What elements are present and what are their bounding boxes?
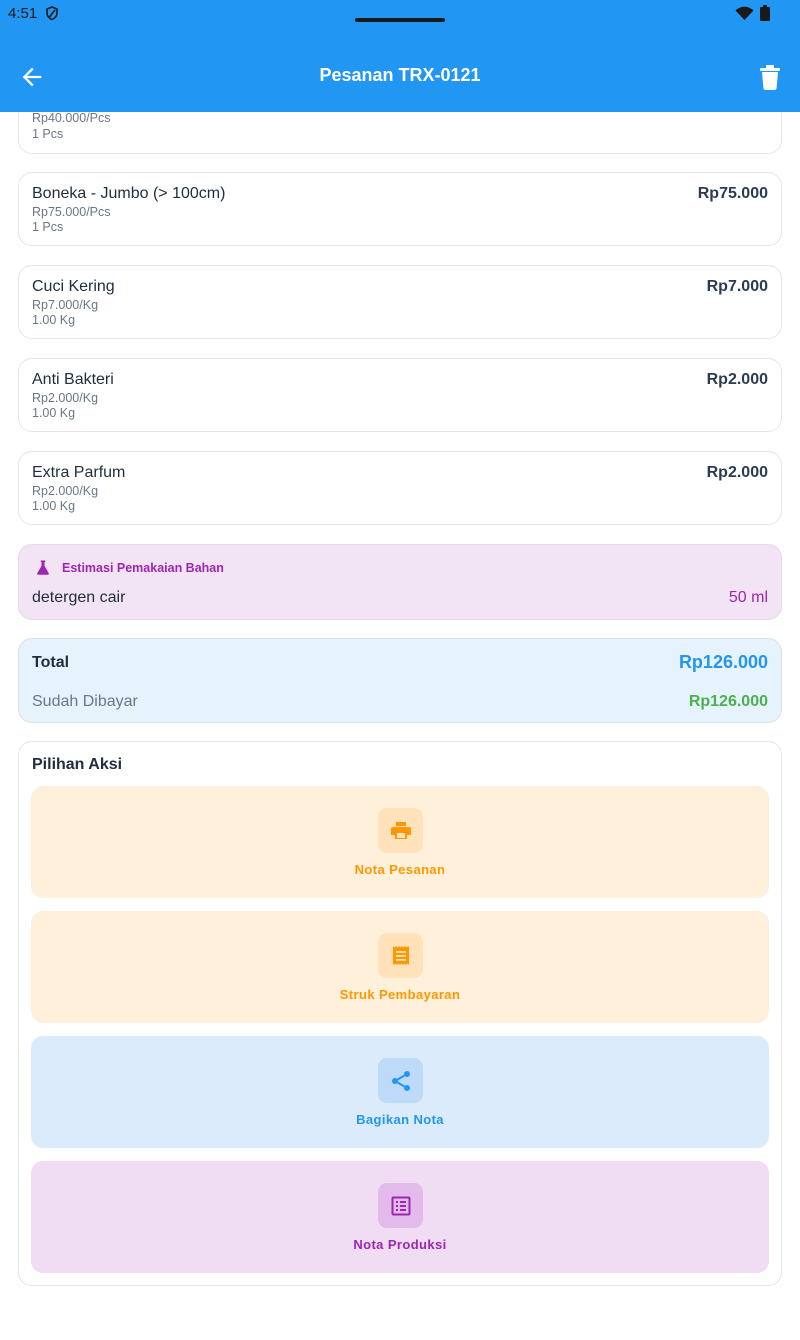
list-icon-box <box>378 1183 423 1228</box>
item-name: Cuci Kering <box>32 278 115 295</box>
shield-icon <box>46 6 58 21</box>
printer-icon-box <box>378 808 423 853</box>
action-options-card: Pilihan Aksi Nota Pesanan Struk Pembayar… <box>18 741 782 1286</box>
status-time: 4:51 <box>8 5 38 22</box>
material-name: detergen cair <box>32 589 126 606</box>
share-icon <box>391 1070 410 1091</box>
action-label: Nota Pesanan <box>354 862 446 877</box>
item-unit-price: Rp40.000/Pcs <box>32 111 111 125</box>
app-bar: 4:51 Pesanan TRX-0121 <box>0 0 800 112</box>
action-label: Nota Produksi <box>353 1237 447 1252</box>
list-icon <box>391 1196 410 1215</box>
item-price: Rp2.000 <box>706 371 768 388</box>
item-name: Boneka - Jumbo (> 100cm) <box>32 185 226 202</box>
estimate-label: Estimasi Pemakaian Bahan <box>62 561 224 575</box>
total-value: Rp126.000 <box>678 652 768 672</box>
receipt-icon-box <box>378 933 423 978</box>
total-label: Total <box>32 654 70 671</box>
item-quantity: 1 Pcs <box>32 127 64 141</box>
paid-label: Sudah Dibayar <box>32 693 138 710</box>
nota-produksi-button[interactable]: Nota Produksi <box>31 1161 769 1273</box>
payment-summary-card: Total Rp126.000 Sudah Dibayar Rp126.000 <box>18 638 782 723</box>
item-name: Extra Parfum <box>32 464 126 481</box>
status-bar: 4:51 <box>0 0 800 28</box>
order-item-card: Anti Bakteri Rp2.000/Kg 1.00 Kg Rp2.000 <box>18 358 782 432</box>
item-unit-price: Rp7.000/Kg <box>32 298 99 312</box>
item-quantity: 1.00 Kg <box>32 406 76 420</box>
item-quantity: 1.00 Kg <box>32 313 76 327</box>
item-price: Rp2.000 <box>706 464 768 481</box>
share-icon-box <box>378 1058 423 1103</box>
order-item-card: Cuci Kering Rp7.000/Kg 1.00 Kg Rp7.000 <box>18 265 782 339</box>
printer-icon <box>390 821 411 839</box>
material-estimate-card: Estimasi Pemakaian Bahan detergen cair 5… <box>18 544 782 620</box>
flask-icon <box>37 560 49 575</box>
nota-pesanan-button[interactable]: Nota Pesanan <box>31 786 769 898</box>
trash-icon[interactable] <box>758 64 782 90</box>
bagikan-nota-button[interactable]: Bagikan Nota <box>31 1036 769 1148</box>
item-quantity: 1 Pcs <box>32 220 64 234</box>
battery-icon <box>760 5 770 21</box>
item-price: Rp7.000 <box>706 278 768 295</box>
page-title: Pesanan TRX-0121 <box>319 65 481 85</box>
item-unit-price: Rp75.000/Pcs <box>32 205 111 219</box>
struk-pembayaran-button[interactable]: Struk Pembayaran <box>31 911 769 1023</box>
item-price: Rp75.000 <box>697 185 768 202</box>
order-item-card: Extra Parfum Rp2.000/Kg 1.00 Kg Rp2.000 <box>18 451 782 525</box>
camera-notch <box>355 18 445 22</box>
wifi-icon <box>735 6 754 20</box>
actions-heading: Pilihan Aksi <box>32 756 123 773</box>
receipt-icon <box>392 945 409 965</box>
paid-value: Rp126.000 <box>688 693 768 710</box>
action-label: Struk Pembayaran <box>339 987 461 1002</box>
action-label: Bagikan Nota <box>356 1112 444 1127</box>
item-unit-price: Rp2.000/Kg <box>32 391 99 405</box>
item-name: Anti Bakteri <box>32 371 114 388</box>
material-amount: 50 ml <box>728 589 768 606</box>
item-unit-price: Rp2.000/Kg <box>32 484 99 498</box>
order-item-card: Boneka - Jumbo (> 100cm) Rp75.000/Pcs 1 … <box>18 172 782 246</box>
item-quantity: 1.00 Kg <box>32 499 76 513</box>
